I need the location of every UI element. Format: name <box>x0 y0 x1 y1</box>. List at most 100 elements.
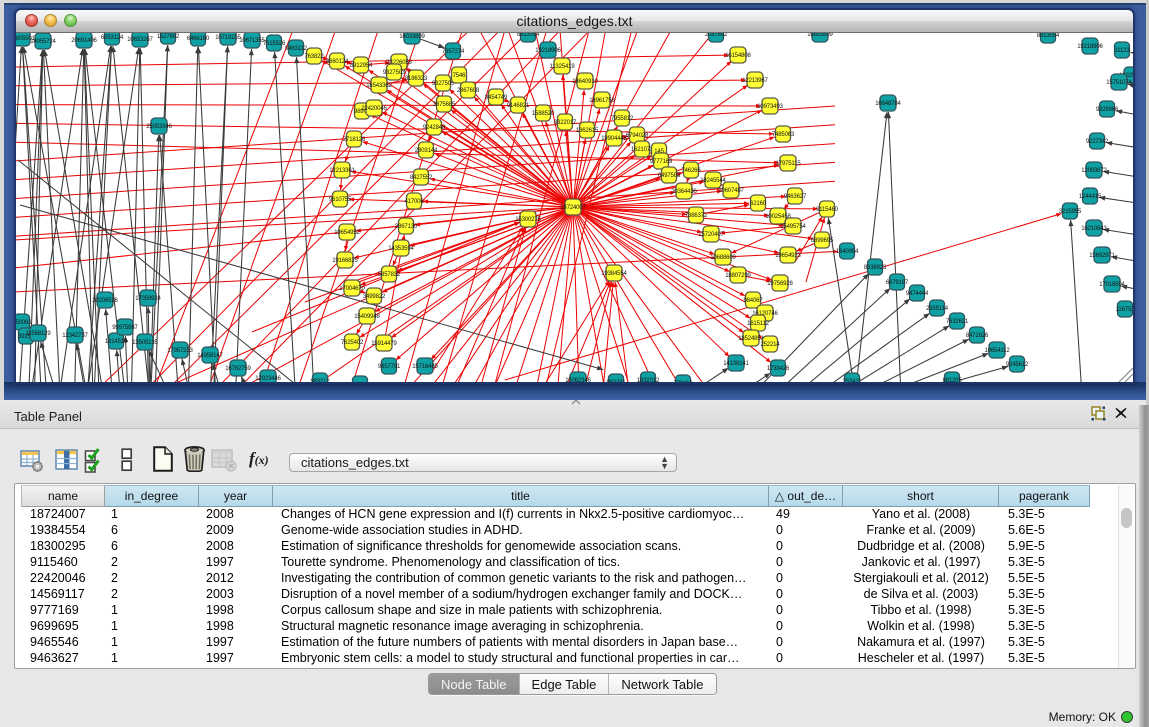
svg-text:10973493: 10973493 <box>757 104 783 110</box>
svg-text:19654952: 19654952 <box>334 230 360 236</box>
svg-text:18807299: 18807299 <box>725 273 751 279</box>
svg-text:16543362: 16543362 <box>366 83 392 89</box>
svg-text:10607487: 10607487 <box>718 188 744 194</box>
svg-text:7485063: 7485063 <box>772 132 795 138</box>
svg-text:12342737: 12342737 <box>62 333 88 339</box>
svg-text:20691406: 20691406 <box>71 38 97 44</box>
svg-text:9245612: 9245612 <box>1006 362 1029 368</box>
svg-text:1733426: 1733426 <box>767 366 790 372</box>
svg-text:14055724: 14055724 <box>30 39 56 45</box>
svg-text:20364436: 20364436 <box>671 189 697 195</box>
svg-text:16033809: 16033809 <box>399 34 425 40</box>
svg-text:7632621: 7632621 <box>946 319 969 325</box>
svg-text:17957223: 17957223 <box>167 348 193 354</box>
svg-text:16648784: 16648784 <box>875 101 901 107</box>
svg-text:881205: 881205 <box>942 378 962 382</box>
svg-text:9242848: 9242848 <box>423 125 446 131</box>
svg-text:62160: 62160 <box>750 201 767 207</box>
svg-text:3867130: 3867130 <box>395 224 418 230</box>
svg-text:11325419: 11325419 <box>549 64 575 70</box>
svg-text:11568129: 11568129 <box>25 331 51 337</box>
svg-text:19218906: 19218906 <box>535 48 561 54</box>
svg-text:15914479: 15914479 <box>371 341 397 347</box>
svg-text:12923446: 12923446 <box>255 376 281 382</box>
svg-text:17016504: 17016504 <box>1099 282 1125 288</box>
svg-text:17975115: 17975115 <box>775 161 801 167</box>
svg-text:6879197: 6879197 <box>886 280 909 286</box>
svg-text:763822: 763822 <box>304 54 324 60</box>
svg-text:10671355: 10671355 <box>239 38 265 44</box>
svg-text:8938923: 8938923 <box>864 265 887 271</box>
svg-text:253411: 253411 <box>843 379 862 382</box>
svg-text:9474444: 9474444 <box>906 291 929 297</box>
svg-text:3499822: 3499822 <box>363 294 386 300</box>
svg-text:116753: 116753 <box>1116 307 1133 313</box>
svg-text:7386372: 7386372 <box>685 213 708 219</box>
svg-text:773410: 773410 <box>673 381 693 382</box>
svg-text:1362615: 1362615 <box>576 128 599 134</box>
svg-text:16961758: 16961758 <box>589 98 615 104</box>
svg-text:9463627: 9463627 <box>784 194 807 200</box>
svg-text:417006: 417006 <box>404 199 424 205</box>
svg-text:18245544: 18245544 <box>700 178 726 184</box>
svg-text:19166825: 19166825 <box>332 258 358 264</box>
svg-text:7955812: 7955812 <box>611 116 634 122</box>
svg-text:6466160: 6466160 <box>187 36 210 42</box>
svg-text:10688609: 10688609 <box>710 255 736 261</box>
svg-text:7515526: 7515526 <box>263 41 286 47</box>
svg-text:99975887: 99975887 <box>112 325 138 331</box>
svg-text:16782759: 16782759 <box>225 366 251 372</box>
svg-text:16154808: 16154808 <box>725 53 751 59</box>
svg-text:19904448: 19904448 <box>601 136 627 142</box>
svg-text:10719155: 10719155 <box>215 35 241 41</box>
svg-text:17004670: 17004670 <box>339 286 365 292</box>
svg-text:9327503: 9327503 <box>383 70 406 76</box>
svg-text:3215955: 3215955 <box>1059 209 1082 215</box>
svg-text:15409948: 15409948 <box>354 314 380 320</box>
svg-text:9777169: 9777169 <box>650 159 673 165</box>
svg-text:746266: 746266 <box>681 168 701 174</box>
svg-text:1640954: 1640954 <box>836 249 859 255</box>
svg-text:983212: 983212 <box>310 379 330 382</box>
svg-text:15495754: 15495754 <box>780 224 806 230</box>
svg-text:12213967: 12213967 <box>742 78 768 84</box>
svg-text:14958147: 14958147 <box>197 353 223 359</box>
svg-text:8454749: 8454749 <box>485 95 508 101</box>
svg-text:2867608: 2867608 <box>457 88 480 94</box>
svg-text:16853809: 16853809 <box>807 33 833 38</box>
svg-text:9115460: 9115460 <box>816 207 839 213</box>
svg-text:12093872: 12093872 <box>1081 168 1107 174</box>
svg-text:8471626: 8471626 <box>966 333 989 339</box>
svg-text:15062346: 15062346 <box>565 378 591 382</box>
svg-text:19756928: 19756928 <box>767 281 793 287</box>
svg-text:1814519: 1814519 <box>105 339 128 345</box>
svg-text:14136141: 14136141 <box>723 361 749 367</box>
svg-text:252214: 252214 <box>760 342 780 348</box>
svg-text:992231: 992231 <box>606 380 626 382</box>
svg-text:5857832: 5857832 <box>378 272 401 278</box>
svg-text:18640910: 18640910 <box>572 79 598 85</box>
svg-text:8322017: 8322017 <box>554 120 577 126</box>
svg-text:3875685: 3875685 <box>433 102 456 108</box>
svg-text:9146821: 9146821 <box>507 103 530 109</box>
svg-text:8427552: 8427552 <box>410 175 433 181</box>
svg-text:9227342: 9227342 <box>1086 139 1109 145</box>
svg-text:9657791: 9657791 <box>378 364 401 370</box>
svg-text:15692971: 15692971 <box>1089 253 1115 259</box>
svg-text:984067: 984067 <box>743 298 763 304</box>
svg-text:8813054: 8813054 <box>517 33 540 38</box>
svg-text:7625402: 7625402 <box>341 340 364 346</box>
svg-text:15300275: 15300275 <box>515 217 541 223</box>
svg-text:1588520: 1588520 <box>532 111 555 117</box>
svg-text:15720407: 15720407 <box>698 232 724 238</box>
svg-text:17359924: 17359924 <box>135 296 161 302</box>
svg-text:1615112: 1615112 <box>747 321 770 327</box>
svg-text:19654923: 19654923 <box>775 253 801 259</box>
svg-text:15716485: 15716485 <box>412 364 438 370</box>
svg-text:1832012: 1832012 <box>637 378 660 382</box>
svg-text:8912954: 8912954 <box>350 63 373 69</box>
svg-text:15751074: 15751074 <box>1106 80 1132 86</box>
svg-text:12213361: 12213361 <box>329 168 355 174</box>
svg-text:19218906: 19218906 <box>1077 44 1103 50</box>
svg-text:9329966: 9329966 <box>1096 107 1119 113</box>
